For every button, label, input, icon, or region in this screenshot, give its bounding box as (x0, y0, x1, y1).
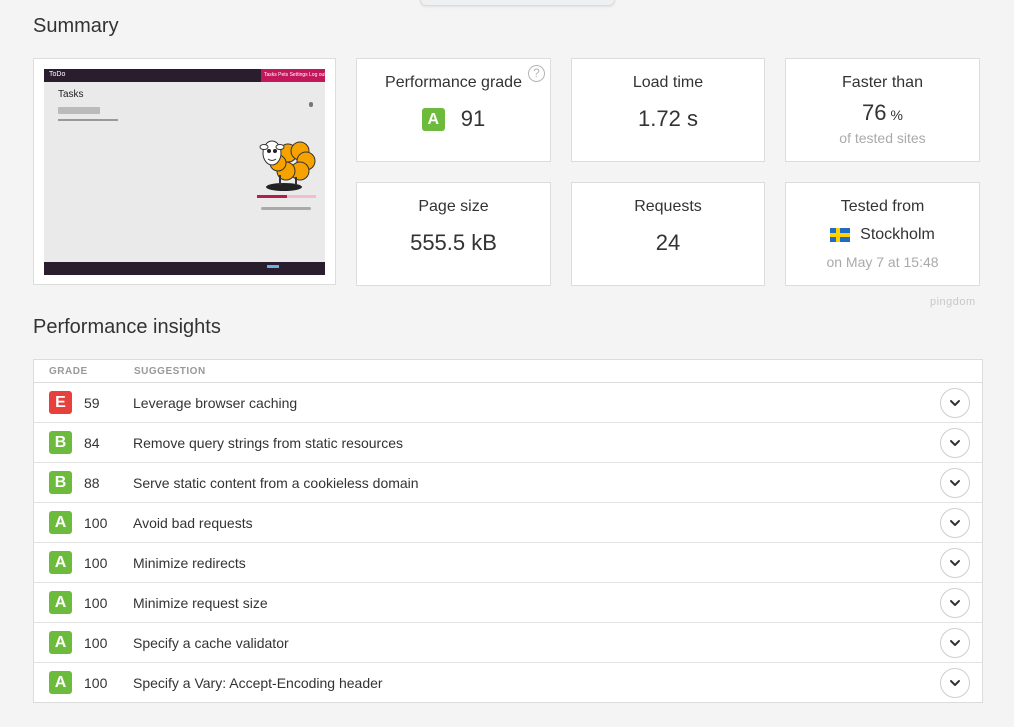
pingdom-watermark: pingdom (930, 296, 976, 308)
page-size-label: Page size (418, 198, 489, 215)
expand-button[interactable] (940, 468, 970, 498)
chevron-down-icon (950, 600, 960, 606)
screenshot-toggle (261, 207, 311, 210)
percent-unit: % (890, 107, 903, 123)
grade-score: 84 (84, 435, 100, 451)
expand-button[interactable] (940, 508, 970, 538)
table-row[interactable]: E 59 Leverage browser caching (34, 383, 982, 423)
insights-table: GRADE SUGGESTION E 59 Leverage browser cac… (33, 359, 983, 703)
screenshot-nav-links: Tasks Pets Settings Log out (261, 69, 325, 82)
grade-score: 100 (84, 635, 108, 651)
grade-score: 88 (84, 475, 100, 491)
suggestion-text: Remove query strings from static resourc… (133, 435, 403, 451)
page-screenshot: ToDo Tasks Pets Settings Log out Tasks (33, 58, 336, 285)
table-body: E 59 Leverage browser caching B 84 Remove que… (34, 383, 982, 703)
grade-badge: B (49, 431, 72, 454)
grade-badge: A (49, 671, 72, 694)
tested-from-location: Stockholm (786, 226, 979, 244)
table-row[interactable]: A 100 Minimize request size (34, 583, 982, 623)
faster-than-sub: of tested sites (839, 130, 926, 146)
expand-button[interactable] (940, 428, 970, 458)
chevron-down-icon (950, 520, 960, 526)
grade-badge: B (49, 471, 72, 494)
requests-label: Requests (634, 198, 702, 215)
screenshot-brand: ToDo (49, 71, 66, 78)
location-name: Stockholm (860, 226, 935, 243)
grade-score: 100 (84, 595, 108, 611)
table-row[interactable]: A 100 Avoid bad requests (34, 503, 982, 543)
screenshot-footer (44, 262, 325, 275)
suggestion-text: Minimize request size (133, 595, 268, 611)
requests-card: Requests 24 (571, 182, 765, 286)
expand-button[interactable] (940, 588, 970, 618)
summary-title: Summary (33, 15, 119, 37)
grade-badge: A (49, 591, 72, 614)
chevron-down-icon (950, 400, 960, 406)
page-size-card: Page size 555.5 kB (356, 182, 551, 286)
grade-badge: A (49, 511, 72, 534)
suggestion-text: Specify a Vary: Accept-Encoding header (133, 675, 383, 691)
performance-grade-value: A 91 (357, 106, 550, 132)
chevron-down-icon (950, 440, 960, 446)
screenshot-add-button (58, 107, 100, 114)
screenshot-page-title: Tasks (58, 89, 84, 100)
suggestion-text: Specify a cache validator (133, 635, 289, 651)
page-size-value: 555.5 kB (410, 230, 497, 255)
grade-badge: E (49, 391, 72, 414)
chevron-down-icon (950, 480, 960, 486)
column-header-suggestion: SUGGESTION (134, 366, 206, 377)
suggestion-text: Avoid bad requests (133, 515, 253, 531)
chevron-down-icon (950, 560, 960, 566)
screenshot-navbar: ToDo Tasks Pets Settings Log out (44, 69, 325, 82)
grade-score: 100 (84, 515, 108, 531)
performance-grade-label: Performance grade (385, 74, 522, 91)
table-row[interactable]: A 100 Specify a cache validator (34, 623, 982, 663)
faster-than-card: Faster than 76% of tested sites (785, 58, 980, 162)
faster-than-value: 76% (786, 100, 979, 126)
expand-button[interactable] (940, 628, 970, 658)
faster-than-label: Faster than (842, 74, 923, 91)
grade-badge: A (49, 551, 72, 574)
suggestion-text: Minimize redirects (133, 555, 246, 571)
load-time-label: Load time (632, 74, 704, 91)
screenshot-progress-bar (257, 195, 316, 198)
screenshot-image: ToDo Tasks Pets Settings Log out Tasks (44, 69, 325, 275)
insights-title: Performance insights (33, 316, 221, 338)
expand-button[interactable] (940, 668, 970, 698)
table-header: GRADE SUGGESTION (34, 360, 982, 383)
table-row[interactable]: B 84 Remove query strings from static reso… (34, 423, 982, 463)
expand-button[interactable] (940, 548, 970, 578)
help-icon[interactable]: ? (528, 65, 545, 82)
table-row[interactable]: A 100 Specify a Vary: Accept-Encoding head… (34, 663, 982, 703)
top-tab (420, 0, 615, 6)
performance-score: 91 (460, 106, 486, 131)
grade-badge: A (421, 107, 445, 131)
grade-badge: A (49, 631, 72, 654)
suggestion-text: Serve static content from a cookieless d… (133, 475, 419, 491)
tested-from-card: Tested from Stockholm on May 7 at 15:48 (785, 182, 980, 286)
chevron-down-icon (950, 640, 960, 646)
load-time-value: 1.72 s (638, 106, 698, 131)
table-row[interactable]: B 88 Serve static content from a cookieles… (34, 463, 982, 503)
load-time-card: Load time 1.72 s (571, 58, 765, 162)
requests-value: 24 (655, 230, 681, 255)
table-row[interactable]: A 100 Minimize redirects (34, 543, 982, 583)
grade-score: 100 (84, 675, 108, 691)
grade-score: 59 (84, 395, 100, 411)
sweden-flag-icon (830, 228, 851, 242)
sheep-illustration (259, 140, 316, 191)
faster-than-number: 76 (862, 100, 887, 125)
bulb-icon (309, 102, 313, 107)
performance-grade-card: Performance grade ? A 91 (356, 58, 551, 162)
tested-from-label: Tested from (840, 198, 925, 215)
screenshot-text-line (58, 119, 118, 121)
chevron-down-icon (950, 680, 960, 686)
column-header-grade: GRADE (49, 366, 88, 377)
suggestion-text: Leverage browser caching (133, 395, 298, 411)
tested-date: on May 7 at 15:48 (826, 254, 939, 270)
expand-button[interactable] (940, 388, 970, 418)
grade-score: 100 (84, 555, 108, 571)
